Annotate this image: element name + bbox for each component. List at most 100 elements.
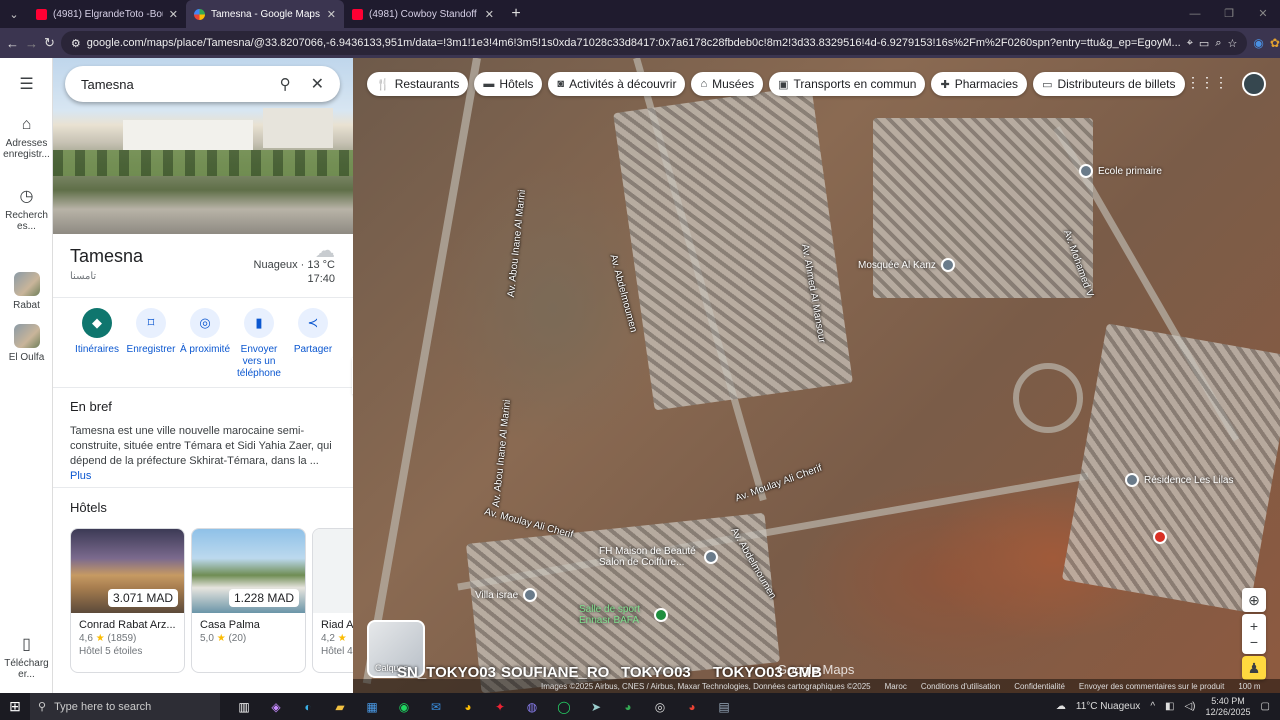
chip-atms[interactable]: ▭ Distributeurs de billets	[1033, 72, 1185, 96]
hamburger-icon: ☰	[19, 76, 34, 93]
weather-cloud-icon[interactable]: ☁	[1056, 701, 1066, 712]
satellite-map[interactable]: 🍴 Restaurants ▬ Hôtels ◙ Activités à découv…	[353, 58, 1280, 693]
windows-start-icon[interactable]: ⊞	[0, 698, 30, 715]
address-bar[interactable]: ⚙ google.com/maps/place/Tamesna/@33.8207…	[60, 31, 1248, 55]
account-avatar[interactable]	[1242, 72, 1266, 96]
forward-icon[interactable]: →	[25, 36, 38, 51]
browser-tab-3[interactable]: (4981) Cowboy Standoff Music ✕	[344, 0, 502, 28]
privacy-link[interactable]: Confidentialité	[1014, 682, 1065, 691]
location-icon[interactable]: ⌖	[1187, 37, 1193, 50]
edge-icon[interactable]: ◐	[298, 697, 318, 717]
spotify-icon[interactable]: ◉	[394, 697, 414, 717]
recent-button[interactable]: ◷ Recherch es...	[0, 186, 53, 232]
search-icon[interactable]: ⚲	[280, 75, 291, 93]
hotel-name: Riad A	[321, 619, 353, 631]
scale-bar[interactable]: 100 m	[1238, 682, 1260, 691]
google-apps-icon[interactable]: ⋮⋮⋮	[1186, 74, 1228, 91]
discord-icon[interactable]: ◍	[522, 697, 542, 717]
tray-chevron-icon[interactable]: ^	[1150, 701, 1155, 712]
steam-icon[interactable]: ➤	[586, 697, 606, 717]
taskbar-search-input[interactable]: Type here to search	[54, 701, 151, 713]
mail-icon[interactable]: ✉	[426, 697, 446, 717]
chrome-active-icon[interactable]: ◕	[618, 697, 638, 717]
taskbar-clock[interactable]: 5:40 PM 12/26/2025	[1206, 696, 1251, 718]
search-box[interactable]: Tamesna ⚲ ✕	[65, 66, 340, 102]
saved-label: Adresses enregistr...	[3, 138, 50, 160]
browser-tab-2[interactable]: Tamesna - Google Maps ✕	[186, 0, 344, 28]
poi-school[interactable]: Ecole primaire	[1079, 164, 1162, 178]
chrome-icon[interactable]: ◕	[458, 697, 478, 717]
volume-icon[interactable]: ◁)	[1184, 701, 1195, 712]
hotel-card[interactable]: 1.228 MAD Casa Palma 5,0 ★ (20)	[191, 528, 306, 673]
recent-place-rabat[interactable]: Rabat	[0, 272, 53, 311]
my-location-button[interactable]: ⊕	[1242, 588, 1266, 612]
place-panel: Tamesna ⚲ ✕ Tamesna تامسنا ☁ Nuageux · 1…	[53, 58, 353, 693]
poi-gym[interactable]: Salle de sport Ennasr BAFA	[579, 604, 679, 626]
chip-restaurants[interactable]: 🍴 Restaurants	[367, 72, 469, 96]
send-to-phone-button[interactable]: ▮ Envoyer vers un téléphone	[232, 308, 286, 380]
browser-tab-1[interactable]: (4981) ElgrandeToto -Bouhali- ✕	[28, 0, 186, 28]
app-icon[interactable]: ✦	[490, 697, 510, 717]
close-window-icon[interactable]: ✕	[1246, 0, 1280, 28]
file-explorer-icon[interactable]: ▰	[330, 697, 350, 717]
terms-link[interactable]: Conditions d'utilisation	[921, 682, 1000, 691]
poi-villa[interactable]: Villa israe	[475, 588, 538, 602]
zoom-in-icon[interactable]: +	[1250, 618, 1258, 634]
save-button[interactable]: ⌑ Enregistrer	[124, 308, 178, 380]
poi-beauty-salon[interactable]: FH Maison de Beauté Salon de Coiffure...	[599, 546, 729, 568]
windows-taskbar: ⊞ ⚲ Type here to search ▥ ◈ ◐ ▰ ▦ ◉ ✉ ◕ …	[0, 693, 1280, 720]
more-link[interactable]: Plus	[70, 470, 91, 482]
restore-icon[interactable]: ❐	[1212, 0, 1246, 28]
tab-search-dropdown-icon[interactable]: ⌄	[0, 0, 28, 28]
extension-shield-icon[interactable]: ◉	[1253, 36, 1263, 50]
minimize-icon[interactable]: —	[1178, 0, 1212, 28]
back-icon[interactable]: ←	[6, 36, 19, 51]
hotel-card[interactable]: Riad A 4,2 ★ Hôtel 4	[312, 528, 353, 673]
taskbar-search[interactable]: ⚲ Type here to search	[30, 693, 220, 720]
poi-mosque[interactable]: Mosquée Al Kanz	[858, 258, 955, 272]
feedback-link[interactable]: Envoyer des commentaires sur le produit	[1079, 682, 1224, 691]
map-marker-icon	[1153, 530, 1167, 544]
youtube-icon	[352, 8, 363, 20]
close-icon[interactable]: ✕	[311, 74, 324, 94]
poi-residence[interactable]: Résidence Les Lilas	[1125, 473, 1234, 487]
notifications-icon[interactable]: ▢	[1261, 701, 1270, 712]
directions-button[interactable]: ◆ Itinéraires	[70, 308, 124, 380]
task-view-icon[interactable]: ▥	[234, 697, 254, 717]
tab-close-icon[interactable]: ✕	[485, 8, 494, 21]
store-icon[interactable]: ▦	[362, 697, 382, 717]
tray-weather[interactable]: 11°C Nuageux	[1076, 701, 1140, 712]
search-input[interactable]: Tamesna	[81, 77, 280, 92]
hotel-card[interactable]: 3.071 MAD Conrad Rabat Arz... 4,6 ★ (185…	[70, 528, 185, 673]
reload-icon[interactable]: ↻	[44, 35, 55, 51]
nearby-button[interactable]: ◎ À proximité	[178, 308, 232, 380]
cast-icon[interactable]: ▭	[1199, 37, 1209, 50]
saved-button[interactable]: ⌂ Adresses enregistr...	[0, 116, 53, 160]
calculator-icon[interactable]: ▤	[714, 697, 734, 717]
recent-place-el-oulfa[interactable]: El Oulfa	[0, 324, 53, 363]
chip-activities[interactable]: ◙ Activités à découvrir	[548, 72, 686, 96]
app-icon[interactable]: ◎	[650, 697, 670, 717]
site-info-icon[interactable]: ⚙	[71, 37, 81, 50]
new-tab-button[interactable]: +	[502, 0, 530, 28]
network-icon[interactable]: ◧	[1165, 701, 1174, 712]
chip-hotels[interactable]: ▬ Hôtels	[474, 72, 543, 96]
chip-transit[interactable]: ▣ Transports en commun	[769, 72, 926, 96]
chip-pharmacies[interactable]: ✚ Pharmacies	[931, 72, 1028, 96]
zoom-icon[interactable]: ⌕	[1215, 37, 1221, 50]
extension-icon[interactable]: ✿	[1270, 36, 1280, 50]
poi-marker[interactable]	[1153, 530, 1167, 544]
chrome-icon[interactable]: ◕	[682, 697, 702, 717]
bookmark-star-icon[interactable]: ☆	[1228, 37, 1238, 50]
region-link[interactable]: Maroc	[885, 682, 907, 691]
street-view-pegman[interactable]: ♟	[1242, 656, 1266, 680]
menu-button[interactable]: ☰	[0, 74, 53, 98]
tab-close-icon[interactable]: ✕	[327, 8, 336, 21]
download-app-button[interactable]: ▯ Télécharg er...	[0, 634, 53, 680]
zoom-out-icon[interactable]: −	[1250, 634, 1258, 650]
share-button[interactable]: ≺ Partager	[286, 308, 340, 380]
whatsapp-icon[interactable]: ◯	[554, 697, 574, 717]
chip-museums[interactable]: ⌂ Musées	[691, 72, 764, 96]
copilot-icon[interactable]: ◈	[266, 697, 286, 717]
tab-close-icon[interactable]: ✕	[169, 8, 178, 21]
